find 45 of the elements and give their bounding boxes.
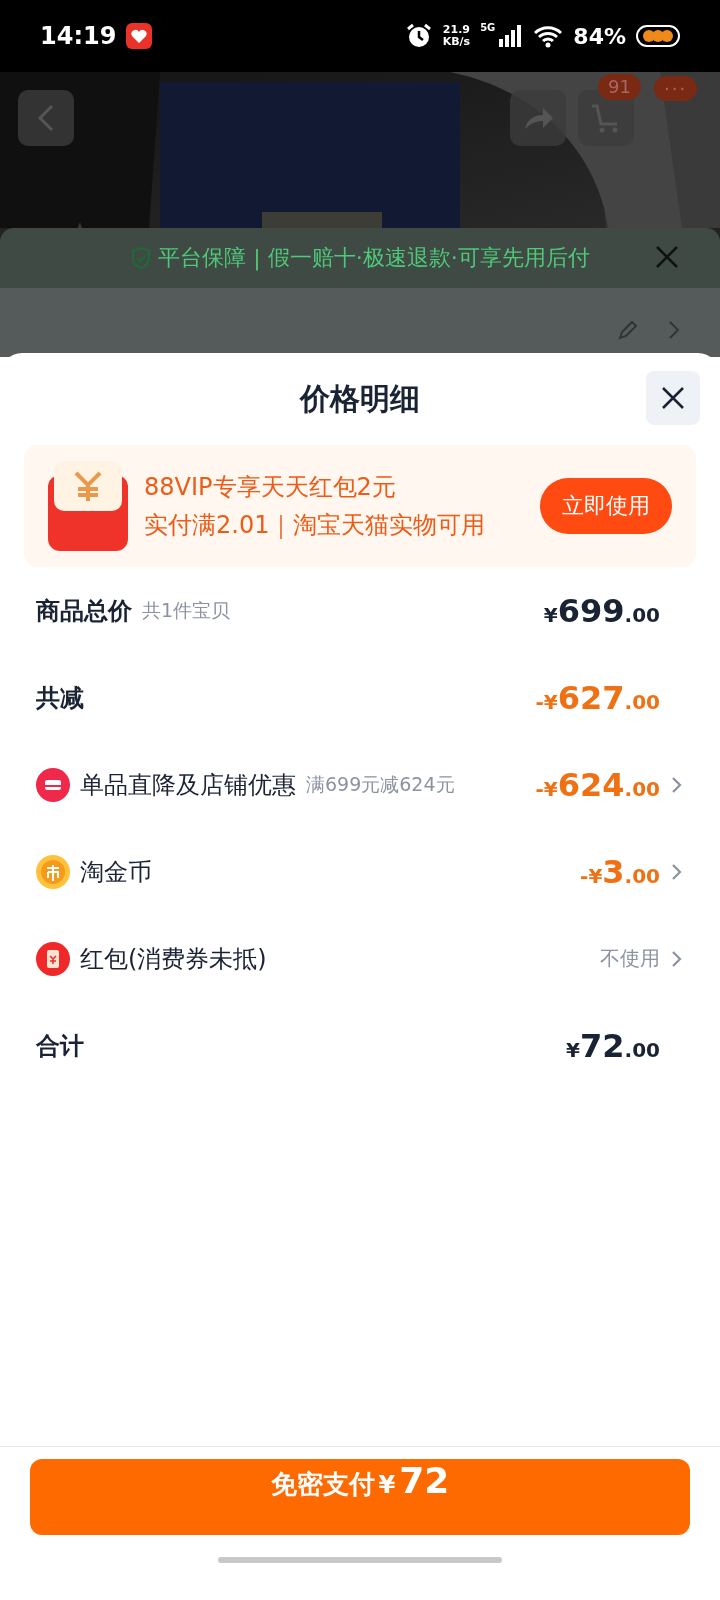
- battery-percent: 84%: [573, 23, 626, 49]
- chevron-right-icon[interactable]: [670, 774, 684, 795]
- row-label: 单品直降及店铺优惠: [80, 769, 296, 801]
- network-type: 5G: [480, 22, 496, 33]
- promo-subtitle: 实付满2.01｜淘宝天猫实物可用: [144, 510, 487, 541]
- shop-icon: [36, 767, 70, 802]
- row-value[interactable]: 不使用: [600, 945, 660, 972]
- row-label: 淘金币: [80, 856, 152, 888]
- promo-title: 88VIP专享天天红包2元: [144, 472, 397, 503]
- signal-icon: [499, 25, 524, 47]
- chevron-right-icon[interactable]: [670, 948, 684, 969]
- share-button[interactable]: [510, 90, 566, 146]
- price-amount: ¥72.00: [566, 1026, 660, 1065]
- close-button[interactable]: [646, 371, 700, 425]
- envelope-icon: [36, 941, 70, 976]
- price-amount: ¥699.00: [543, 591, 660, 630]
- row-label: 合计: [36, 1030, 84, 1062]
- pay-button[interactable]: 免密支付¥72: [30, 1459, 690, 1535]
- battery-icon: [636, 25, 680, 47]
- coin-icon: [36, 854, 70, 889]
- chevron-left-icon[interactable]: [36, 103, 56, 133]
- guarantee-text: 平台保障 | 假一赔十·极速退款·可享先用后付: [158, 244, 590, 273]
- price-amount: -¥627.00: [535, 678, 660, 717]
- alarm-icon: [404, 22, 433, 50]
- price-amount: -¥3.00: [580, 852, 660, 891]
- use-now-button[interactable]: 立即使用: [540, 478, 672, 534]
- app-icon: [126, 23, 153, 49]
- envelope-icon: [48, 461, 128, 551]
- status-time: 14:19: [40, 22, 117, 50]
- network-speed: 21.9 KB/s: [442, 23, 471, 49]
- close-icon[interactable]: [661, 386, 685, 410]
- row-note: 共1件宝贝: [142, 597, 231, 623]
- row-label: 红包(消费券未抵): [80, 943, 267, 975]
- row-label: 共减: [36, 682, 84, 714]
- back-button[interactable]: [18, 90, 74, 146]
- wifi-icon: [533, 24, 564, 48]
- pencil-icon: [616, 318, 640, 342]
- chevron-right-icon: [668, 320, 680, 340]
- shield-icon: [130, 246, 153, 270]
- sheet-title: 价格明细: [300, 379, 420, 418]
- cart-badge: 91: [598, 74, 641, 100]
- row-label: 商品总价: [36, 595, 132, 627]
- row-note: 满699元减624元: [306, 771, 455, 797]
- price-amount: -¥624.00: [535, 765, 660, 804]
- chevron-right-icon[interactable]: [670, 861, 684, 882]
